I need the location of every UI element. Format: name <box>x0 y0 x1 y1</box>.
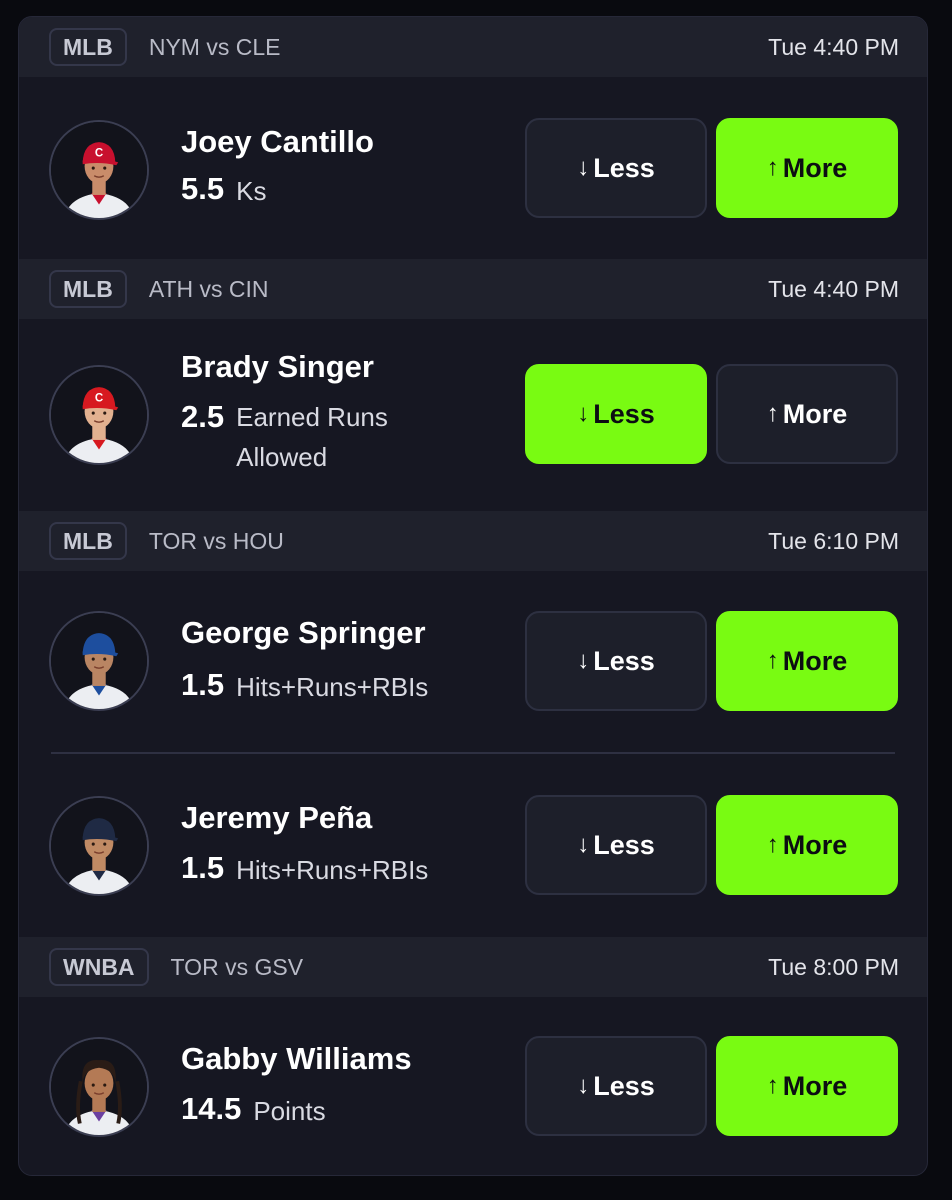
prop-line: 5.5 Ks <box>181 173 266 211</box>
less-button[interactable]: ↓ Less <box>525 1036 707 1136</box>
less-button[interactable]: ↓ Less <box>525 364 707 464</box>
prop-row: C Joey Cantillo 5.5 Ks ↓ Less ↑ More <box>19 77 927 259</box>
props-card: MLB NYM vs CLE Tue 4:40 PM C Joey Cantil… <box>18 16 928 1176</box>
less-button[interactable]: ↓ Less <box>525 795 707 895</box>
arrow-down-icon: ↓ <box>577 400 590 427</box>
less-button[interactable]: ↓ Less <box>525 118 707 218</box>
less-label: Less <box>593 152 655 183</box>
arrow-up-icon: ↑ <box>766 647 779 674</box>
player-avatar <box>49 611 149 711</box>
prop-row: C Brady Singer 2.5 Earned Runs Allowed ↓… <box>19 319 927 511</box>
svg-text:C: C <box>95 393 103 405</box>
more-button[interactable]: ↑ More <box>716 611 898 711</box>
line-value: 1.5 <box>181 850 225 885</box>
line-value: 14.5 <box>181 1091 242 1126</box>
league-badge: MLB <box>49 28 127 66</box>
game-time: Tue 6:10 PM <box>768 527 899 554</box>
prop-row: George Springer 1.5 Hits+Runs+RBIs ↓ Les… <box>19 571 927 753</box>
arrow-down-icon: ↓ <box>577 831 590 858</box>
stat-type: Points <box>253 1096 326 1126</box>
game-header: WNBA TOR vs GSV Tue 8:00 PM <box>19 937 927 997</box>
more-label: More <box>782 1070 848 1101</box>
more-button[interactable]: ↑ More <box>716 118 898 218</box>
matchup-label: ATH vs CIN <box>148 275 269 302</box>
prop-line: 14.5 Points <box>181 1093 326 1131</box>
stat-type: Hits+Runs+RBIs <box>236 672 429 702</box>
game-time: Tue 8:00 PM <box>768 953 899 980</box>
prop-row: Jeremy Peña 1.5 Hits+Runs+RBIs ↓ Less ↑ … <box>19 754 927 936</box>
more-label: More <box>782 152 848 183</box>
stat-type: Hits+Runs+RBIs <box>236 855 429 885</box>
player-headshot-icon: C <box>51 367 147 463</box>
arrow-up-icon: ↑ <box>766 1072 779 1099</box>
stat-type: Ks <box>236 176 267 206</box>
more-button[interactable]: ↑ More <box>716 1036 898 1136</box>
player-name: George Springer <box>181 615 426 650</box>
player-headshot-icon <box>51 1039 147 1135</box>
player-name: Joey Cantillo <box>181 124 374 159</box>
more-label: More <box>782 829 848 860</box>
player-headshot-icon: C <box>51 122 147 218</box>
less-label: Less <box>593 829 655 860</box>
svg-text:C: C <box>95 148 103 160</box>
game-time: Tue 4:40 PM <box>768 275 899 302</box>
prop-line: 2.5 Earned Runs Allowed <box>181 399 481 478</box>
player-avatar: C <box>49 120 149 220</box>
arrow-up-icon: ↑ <box>766 154 779 181</box>
league-badge: MLB <box>49 522 127 560</box>
player-headshot-icon <box>51 798 147 894</box>
line-value: 2.5 <box>181 399 225 434</box>
player-avatar: C <box>49 365 149 465</box>
arrow-down-icon: ↓ <box>577 647 590 674</box>
game-time: Tue 4:40 PM <box>768 33 899 60</box>
line-value: 5.5 <box>181 171 225 206</box>
less-label: Less <box>593 1070 655 1101</box>
player-name: Brady Singer <box>181 349 374 384</box>
more-label: More <box>782 645 848 676</box>
player-avatar <box>49 796 149 896</box>
arrow-down-icon: ↓ <box>577 154 590 181</box>
game-header: MLB TOR vs HOU Tue 6:10 PM <box>19 511 927 571</box>
player-name: Gabby Williams <box>181 1041 412 1076</box>
stat-type: Earned Runs Allowed <box>236 402 388 473</box>
line-value: 1.5 <box>181 667 225 702</box>
less-label: Less <box>593 398 655 429</box>
game-header: MLB ATH vs CIN Tue 4:40 PM <box>19 259 927 319</box>
player-name: Jeremy Peña <box>181 800 373 835</box>
less-button[interactable]: ↓ Less <box>525 611 707 711</box>
arrow-down-icon: ↓ <box>577 1072 590 1099</box>
prop-line: 1.5 Hits+Runs+RBIs <box>181 852 428 890</box>
arrow-up-icon: ↑ <box>766 400 779 427</box>
league-badge: WNBA <box>49 948 149 986</box>
prop-line: 1.5 Hits+Runs+RBIs <box>181 669 428 707</box>
prop-row: Gabby Williams 14.5 Points ↓ Less ↑ More <box>19 997 927 1175</box>
matchup-label: TOR vs HOU <box>148 527 284 554</box>
matchup-label: NYM vs CLE <box>148 33 281 60</box>
more-button[interactable]: ↑ More <box>716 795 898 895</box>
less-label: Less <box>593 645 655 676</box>
arrow-up-icon: ↑ <box>766 831 779 858</box>
league-badge: MLB <box>49 270 127 308</box>
matchup-label: TOR vs GSV <box>170 953 304 980</box>
more-button[interactable]: ↑ More <box>716 364 898 464</box>
more-label: More <box>782 398 848 429</box>
player-headshot-icon <box>51 613 147 709</box>
player-avatar <box>49 1037 149 1137</box>
game-header: MLB NYM vs CLE Tue 4:40 PM <box>19 17 927 77</box>
